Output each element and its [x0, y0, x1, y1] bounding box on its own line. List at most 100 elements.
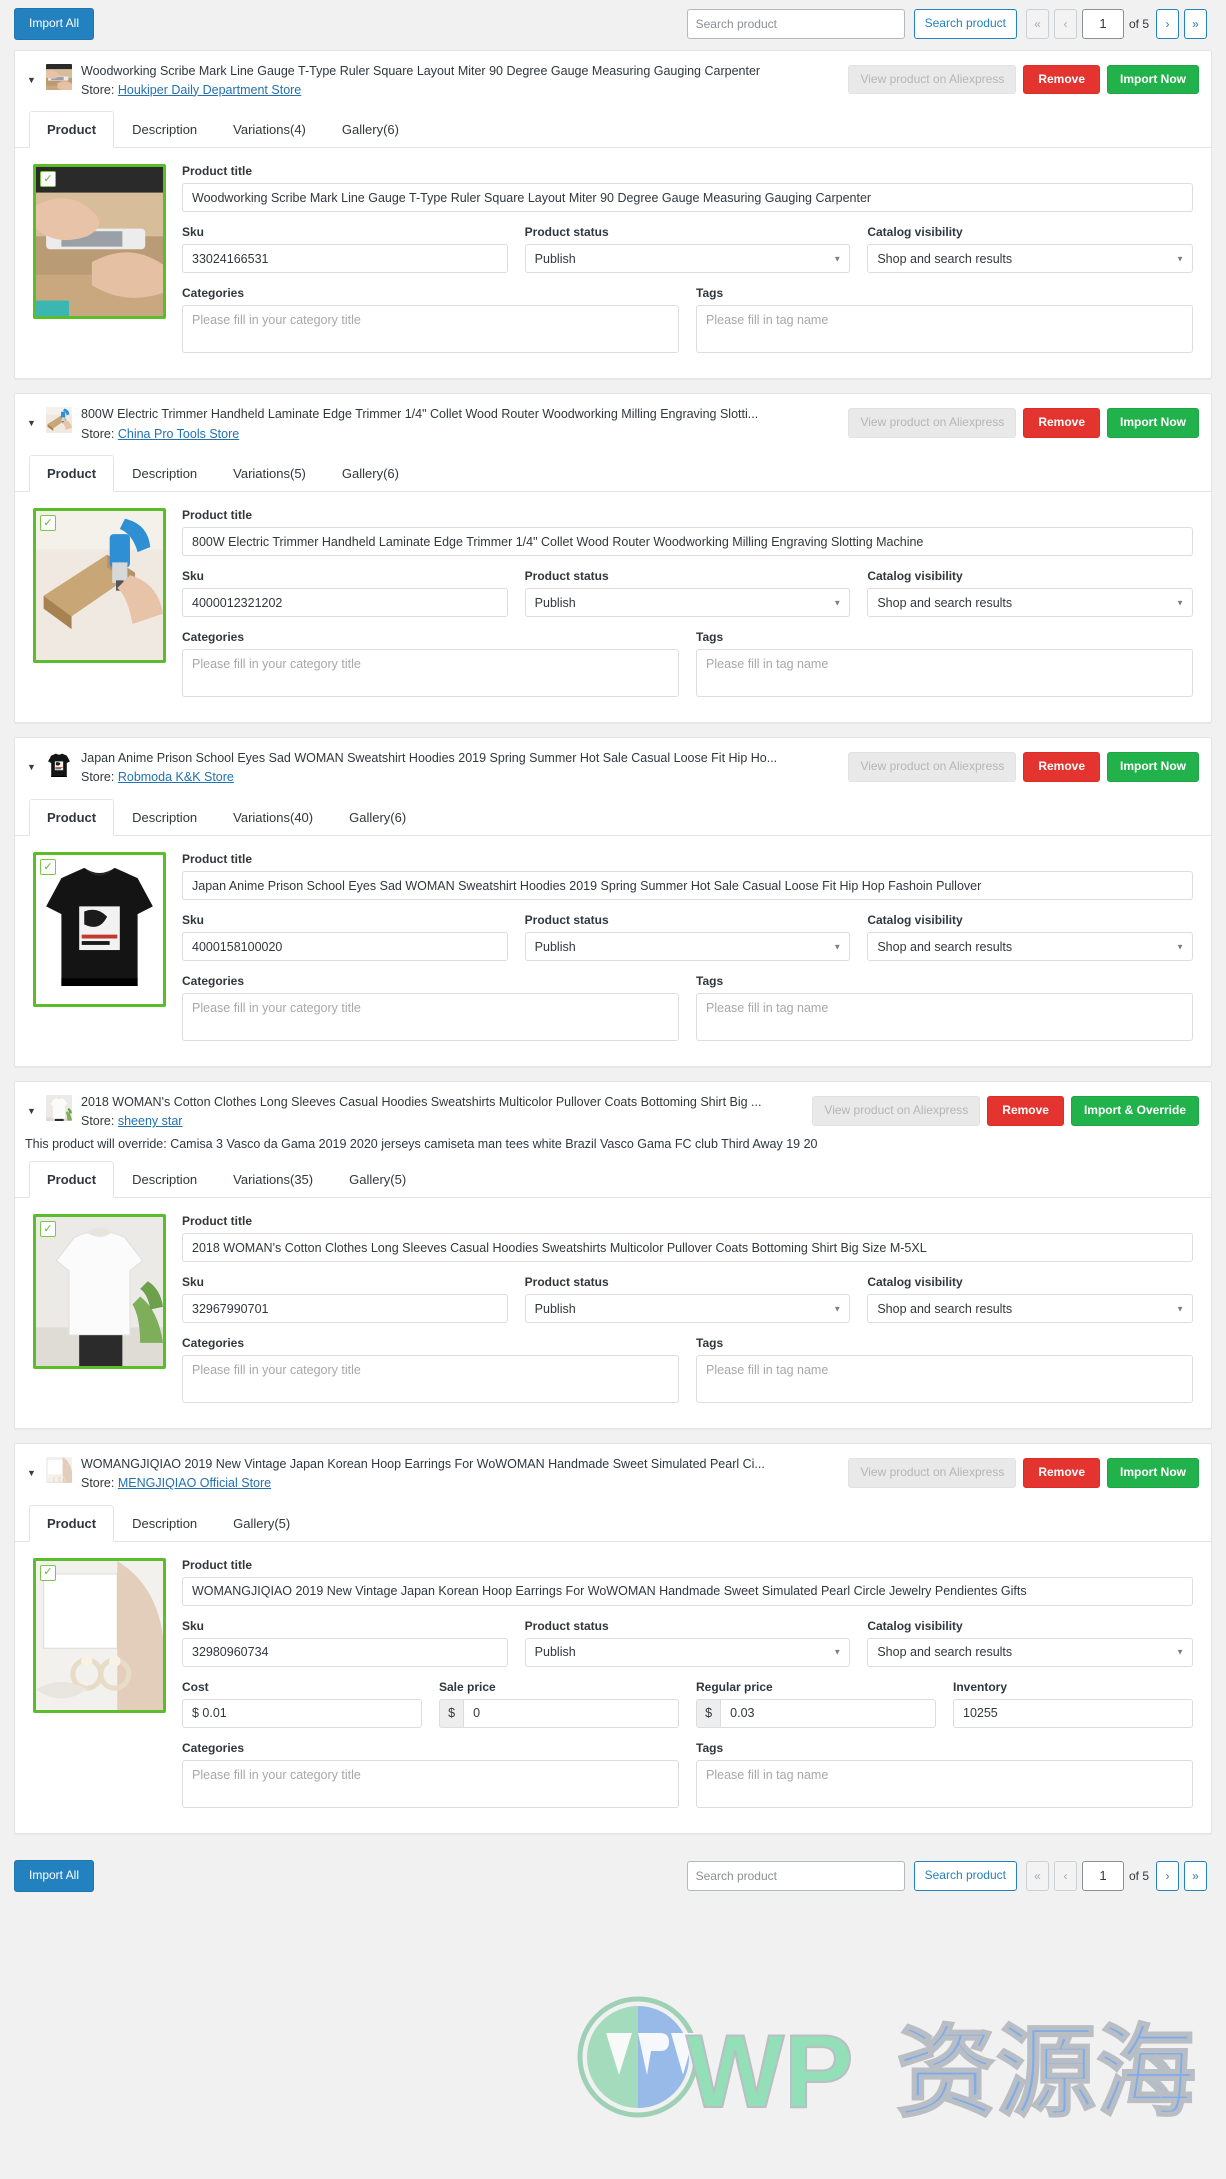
pager-page-input-top[interactable] [1081, 8, 1124, 39]
catalog-visibility-select[interactable] [867, 1637, 1194, 1667]
categories-input[interactable] [182, 649, 679, 698]
tags-input[interactable] [696, 1355, 1193, 1404]
store-link[interactable]: Houkiper Daily Department Store [118, 83, 301, 97]
image-selected-checkbox[interactable]: ✓ [40, 171, 56, 188]
pager-last-button-bottom[interactable]: » [1184, 1860, 1207, 1891]
import-now-button[interactable]: Import Now [1107, 1458, 1199, 1488]
collapse-toggle-icon[interactable]: ▼ [27, 1107, 37, 1116]
catalog-visibility-select[interactable] [867, 588, 1194, 618]
tags-input[interactable] [696, 305, 1193, 354]
tab-description[interactable]: Description [114, 1505, 215, 1542]
pager-page-input-bottom[interactable] [1081, 1860, 1124, 1891]
tab-product[interactable]: Product [29, 799, 115, 837]
tab-gallery[interactable]: Gallery(5) [331, 1161, 424, 1198]
categories-input[interactable] [182, 305, 679, 354]
catalog-visibility-select[interactable] [867, 244, 1194, 274]
tab-variations[interactable]: Variations(5) [215, 455, 324, 492]
tab-gallery[interactable]: Gallery(6) [324, 111, 417, 148]
pager-prev-button-top[interactable]: ‹ [1053, 8, 1077, 39]
sku-input[interactable] [182, 1637, 508, 1667]
import-all-button-top[interactable]: Import All [14, 8, 95, 40]
cost-input[interactable] [182, 1698, 422, 1728]
import-all-button-bottom[interactable]: Import All [14, 1859, 95, 1892]
search-product-button-top[interactable]: Search product [913, 8, 1017, 39]
product-title-input[interactable] [182, 527, 1193, 557]
pager-last-button-top[interactable]: » [1184, 8, 1207, 39]
product-image[interactable]: ✓ [33, 1557, 166, 1713]
product-image[interactable]: ✓ [33, 1214, 166, 1370]
tab-variations[interactable]: Variations(35) [215, 1161, 331, 1198]
sku-input[interactable] [182, 588, 508, 618]
pager-prev-button-bottom[interactable]: ‹ [1053, 1860, 1077, 1891]
remove-button[interactable]: Remove [1023, 752, 1100, 782]
tab-gallery[interactable]: Gallery(6) [331, 799, 424, 836]
tags-input[interactable] [696, 1759, 1193, 1808]
tab-product[interactable]: Product [29, 455, 115, 493]
store-link[interactable]: sheeny star [118, 1114, 183, 1128]
tags-input[interactable] [696, 649, 1193, 698]
import-now-button[interactable]: Import Now [1107, 752, 1199, 782]
catalog-visibility-select[interactable] [867, 1294, 1194, 1324]
tab-description[interactable]: Description [114, 111, 215, 148]
tab-product[interactable]: Product [29, 111, 115, 149]
tab-variations[interactable]: Variations(40) [215, 799, 331, 836]
categories-input[interactable] [182, 993, 679, 1042]
collapse-toggle-icon[interactable]: ▼ [27, 75, 37, 85]
product-status-select[interactable] [524, 1294, 851, 1324]
tab-description[interactable]: Description [114, 455, 215, 492]
import-now-button[interactable]: Import & Override [1070, 1096, 1199, 1126]
tab-description[interactable]: Description [114, 799, 215, 836]
categories-input[interactable] [182, 1759, 679, 1808]
regular-price-input[interactable] [720, 1698, 936, 1728]
sale-price-input[interactable] [463, 1698, 679, 1728]
image-selected-checkbox[interactable]: ✓ [40, 515, 56, 532]
product-status-select[interactable] [524, 588, 851, 618]
tab-gallery[interactable]: Gallery(5) [215, 1505, 308, 1542]
store-link[interactable]: Robmoda K&K Store [118, 770, 234, 784]
tab-product[interactable]: Product [29, 1504, 115, 1542]
search-input-bottom[interactable] [686, 1860, 905, 1891]
tab-gallery[interactable]: Gallery(6) [324, 455, 417, 492]
tags-input[interactable] [696, 993, 1193, 1042]
sku-input[interactable] [182, 244, 508, 274]
tab-description[interactable]: Description [114, 1161, 215, 1198]
product-title-input[interactable] [182, 1576, 1193, 1606]
import-now-button[interactable]: Import Now [1107, 408, 1199, 439]
image-selected-checkbox[interactable]: ✓ [40, 1221, 56, 1238]
remove-button[interactable]: Remove [987, 1096, 1064, 1126]
import-now-button[interactable]: Import Now [1107, 64, 1199, 95]
view-product-on-aliexpress-button[interactable]: View product on Aliexpress [848, 64, 1017, 95]
tab-variations[interactable]: Variations(4) [215, 111, 324, 148]
store-link[interactable]: MENGJIQIAO Official Store [118, 1476, 271, 1490]
sku-input[interactable] [182, 1294, 508, 1324]
product-image[interactable]: ✓ [33, 508, 166, 664]
product-title-input[interactable] [182, 871, 1193, 901]
pager-first-button-bottom[interactable]: « [1025, 1860, 1049, 1891]
sku-input[interactable] [182, 932, 508, 962]
product-title-input[interactable] [182, 1233, 1193, 1263]
collapse-toggle-icon[interactable]: ▼ [27, 419, 37, 428]
inventory-input[interactable] [953, 1698, 1193, 1728]
search-product-button-bottom[interactable]: Search product [913, 1860, 1017, 1891]
collapse-toggle-icon[interactable]: ▼ [27, 763, 37, 772]
remove-button[interactable]: Remove [1023, 1458, 1100, 1488]
view-product-on-aliexpress-button[interactable]: View product on Aliexpress [848, 408, 1017, 439]
categories-input[interactable] [182, 1355, 679, 1404]
product-title-input[interactable] [182, 183, 1193, 213]
pager-next-button-top[interactable]: › [1156, 8, 1179, 39]
store-link[interactable]: China Pro Tools Store [118, 427, 239, 441]
tab-product[interactable]: Product [29, 1161, 115, 1199]
pager-first-button-top[interactable]: « [1025, 8, 1049, 39]
view-product-on-aliexpress-button[interactable]: View product on Aliexpress [848, 1458, 1017, 1488]
product-image[interactable]: ✓ [33, 852, 166, 1008]
collapse-toggle-icon[interactable]: ▼ [27, 1469, 37, 1478]
view-product-on-aliexpress-button[interactable]: View product on Aliexpress [848, 752, 1017, 782]
view-product-on-aliexpress-button[interactable]: View product on Aliexpress [812, 1096, 981, 1126]
search-input-top[interactable] [686, 8, 905, 39]
product-status-select[interactable] [524, 244, 851, 274]
catalog-visibility-select[interactable] [867, 932, 1194, 962]
product-status-select[interactable] [524, 932, 851, 962]
image-selected-checkbox[interactable]: ✓ [40, 1564, 56, 1581]
image-selected-checkbox[interactable]: ✓ [40, 859, 56, 876]
product-image[interactable]: ✓ [33, 164, 166, 320]
